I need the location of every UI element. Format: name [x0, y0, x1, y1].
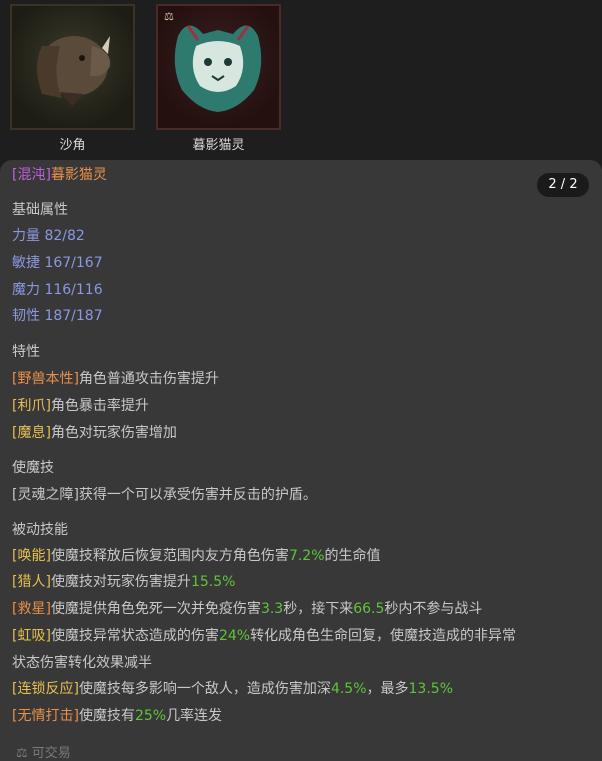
- traits-header: 特性: [12, 344, 40, 360]
- rarity-tag: [混沌]: [12, 167, 51, 183]
- passive-line: [连锁反应]使魔技每多影响一个敌人，造成伤害加深4.5%，最多13.5%: [12, 681, 453, 697]
- stat-toughness: 韧性 187/187: [12, 308, 103, 324]
- trait-line: [野兽本性]角色普通攻击伤害提升: [12, 371, 219, 387]
- passive-line: [猎人]使魔技对玩家伤害提升15.5%: [12, 574, 236, 590]
- passive-line: [虹吸]使魔技异常状态造成的伤害24%转化成角色生命回复，使魔技造成的非异常: [12, 628, 517, 644]
- item-tooltip-panel: [混沌]暮影猫灵 2 / 2 基础属性 力量 82/82 敏捷 167/167 …: [0, 160, 602, 761]
- passive-skills-header: 被动技能: [12, 522, 68, 538]
- base-attributes-header: 基础属性: [12, 202, 68, 218]
- passive-line: [救星]使魔提供角色免死一次并免疫伤害3.3秒，接下来66.5秒内不参与战斗: [12, 601, 483, 617]
- passive-line: [唤能]使魔技释放后恢复范围内友方角色伤害7.2%的生命值: [12, 548, 381, 564]
- item-name-sand-horn: 沙角: [59, 138, 86, 153]
- familiar-skill-header: 使魔技: [12, 460, 54, 476]
- trait-line: [魔息]角色对玩家伤害增加: [12, 425, 177, 441]
- item-slots-strip: ⚖ 沙角 暮影猫灵: [0, 0, 602, 160]
- scale-icon: ⚖: [16, 746, 28, 761]
- tradable-scale-icon: ⚖: [164, 10, 174, 23]
- familiar-skill-text: [灵魂之障]获得一个可以承受伤害并反击的护盾。: [12, 487, 317, 503]
- item-slot-shadow-cat[interactable]: ⚖: [156, 4, 281, 130]
- spirit-cat-icon: [174, 25, 262, 112]
- dinosaur-head-icon: [37, 36, 111, 106]
- passive-line: [无情打击]使魔技有25%几率连发: [12, 708, 223, 724]
- page-counter: 2 / 2: [537, 173, 589, 197]
- item-name-shadow-cat: 暮影猫灵: [192, 138, 245, 153]
- tooltip-title: [混沌]暮影猫灵: [12, 164, 107, 184]
- trait-line: [利爪]角色暴击率提升: [12, 398, 149, 414]
- stat-magic: 魔力 116/116: [12, 282, 103, 298]
- passive-line-continuation: 状态伤害转化效果减半: [12, 655, 152, 671]
- stat-strength: 力量 82/82: [12, 228, 85, 244]
- stat-agility: 敏捷 167/167: [12, 255, 103, 271]
- item-title: 暮影猫灵: [50, 167, 107, 183]
- tradable-status: ⚖ 可交易: [16, 746, 71, 761]
- item-slot-sand-horn[interactable]: [10, 4, 135, 130]
